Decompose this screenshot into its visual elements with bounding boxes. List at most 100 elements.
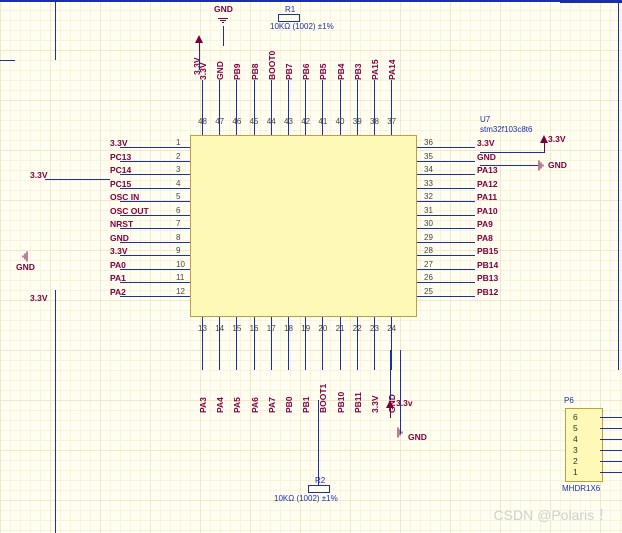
wire — [254, 80, 255, 127]
net-label: PA12 — [477, 179, 498, 189]
pin-stub — [340, 127, 341, 135]
wire — [600, 439, 622, 440]
conn-pin: 6 — [573, 412, 578, 422]
wire — [120, 255, 182, 256]
wire — [202, 80, 203, 127]
pin-number: 34 — [424, 165, 433, 174]
net-label: PA7 — [267, 371, 277, 413]
pin-number: 8 — [176, 233, 180, 242]
pin-number: 3 — [176, 165, 180, 174]
u7-designator: U7 — [480, 115, 490, 124]
pin-number: 25 — [424, 287, 433, 296]
net-label: PB8 — [250, 40, 260, 80]
wire — [202, 323, 203, 370]
pin-stub — [219, 127, 220, 135]
net-label: PA9 — [477, 219, 493, 229]
edge-wire — [0, 60, 15, 61]
pin-stub — [182, 269, 190, 270]
net-label: PA3 — [198, 371, 208, 413]
edge-wire — [0, 0, 622, 2]
wire — [357, 80, 358, 127]
net-label: GND — [477, 152, 496, 162]
gnd-label: GND — [16, 262, 35, 272]
wire — [423, 174, 475, 175]
net-label: PA4 — [215, 371, 225, 413]
pin-stub — [202, 127, 203, 135]
pin-number: 9 — [176, 246, 180, 255]
conn-pin: 3 — [573, 445, 578, 455]
wire — [120, 174, 182, 175]
net-label: PA8 — [477, 233, 493, 243]
wire — [374, 80, 375, 127]
net-label: PB5 — [318, 40, 328, 80]
wire — [423, 161, 475, 162]
wire — [120, 147, 182, 148]
pin-stub — [182, 282, 190, 283]
pin-stub — [236, 127, 237, 135]
pin-number: 30 — [424, 219, 433, 228]
wire — [391, 323, 392, 370]
wire — [254, 323, 255, 370]
net-label: 3.3V — [477, 138, 495, 148]
net-label: 3.3V — [370, 371, 380, 413]
wire — [423, 255, 475, 256]
wire — [271, 323, 272, 370]
gnd-label: GND — [548, 160, 567, 170]
wire — [219, 323, 220, 370]
wire — [120, 282, 182, 283]
pin-number: 36 — [424, 138, 433, 147]
wire — [423, 201, 475, 202]
wire — [120, 188, 182, 189]
net-label: PA15 — [370, 40, 380, 80]
wire — [423, 147, 475, 148]
edge-wire — [560, 2, 622, 3]
pin-number: 7 — [176, 219, 180, 228]
pin-number: 2 — [176, 152, 180, 161]
wire — [120, 242, 182, 243]
pin-number: 10 — [176, 260, 185, 269]
u7-part: stm32f103c8t6 — [480, 125, 532, 134]
p6-part: MHDR1X6 — [562, 484, 600, 493]
net-label: PB11 — [353, 371, 363, 413]
pin-number: 6 — [176, 206, 180, 215]
pin-stub — [182, 147, 190, 148]
pin-stub — [288, 127, 289, 135]
wire — [600, 461, 622, 462]
v33v-label: 3.3v — [396, 398, 413, 408]
wire — [322, 80, 323, 127]
wire — [600, 450, 622, 451]
pin-number: 27 — [424, 260, 433, 269]
wire — [120, 296, 182, 297]
p6-connector — [565, 408, 603, 482]
conn-pin: 1 — [573, 467, 578, 477]
wire — [45, 179, 110, 180]
conn-pin: 2 — [573, 456, 578, 466]
wire — [423, 282, 475, 283]
net-label: PB10 — [336, 371, 346, 413]
wire — [480, 152, 544, 153]
pin-stub — [254, 127, 255, 135]
pin-number: 12 — [176, 287, 185, 296]
wire — [600, 428, 622, 429]
net-label: PA13 — [477, 165, 498, 175]
wire — [423, 269, 475, 270]
pin-stub — [182, 242, 190, 243]
r2-designator: R2 — [315, 476, 325, 485]
net-label: PA10 — [477, 206, 498, 216]
wire — [120, 215, 182, 216]
pin-number: 32 — [424, 192, 433, 201]
wire — [199, 50, 200, 70]
net-label: PA5 — [232, 371, 242, 413]
gnd-label: GND — [214, 4, 233, 14]
pin-number: 31 — [424, 206, 433, 215]
r2-resistor — [308, 485, 330, 493]
edge-wire — [618, 0, 619, 370]
pin-stub — [182, 201, 190, 202]
pin-stub — [357, 127, 358, 135]
net-label: PB9 — [232, 40, 242, 80]
pin-number: 11 — [176, 273, 184, 282]
pin-number: 4 — [176, 179, 180, 188]
pin-stub — [182, 161, 190, 162]
pin-stub — [182, 296, 190, 297]
wire — [219, 80, 220, 127]
